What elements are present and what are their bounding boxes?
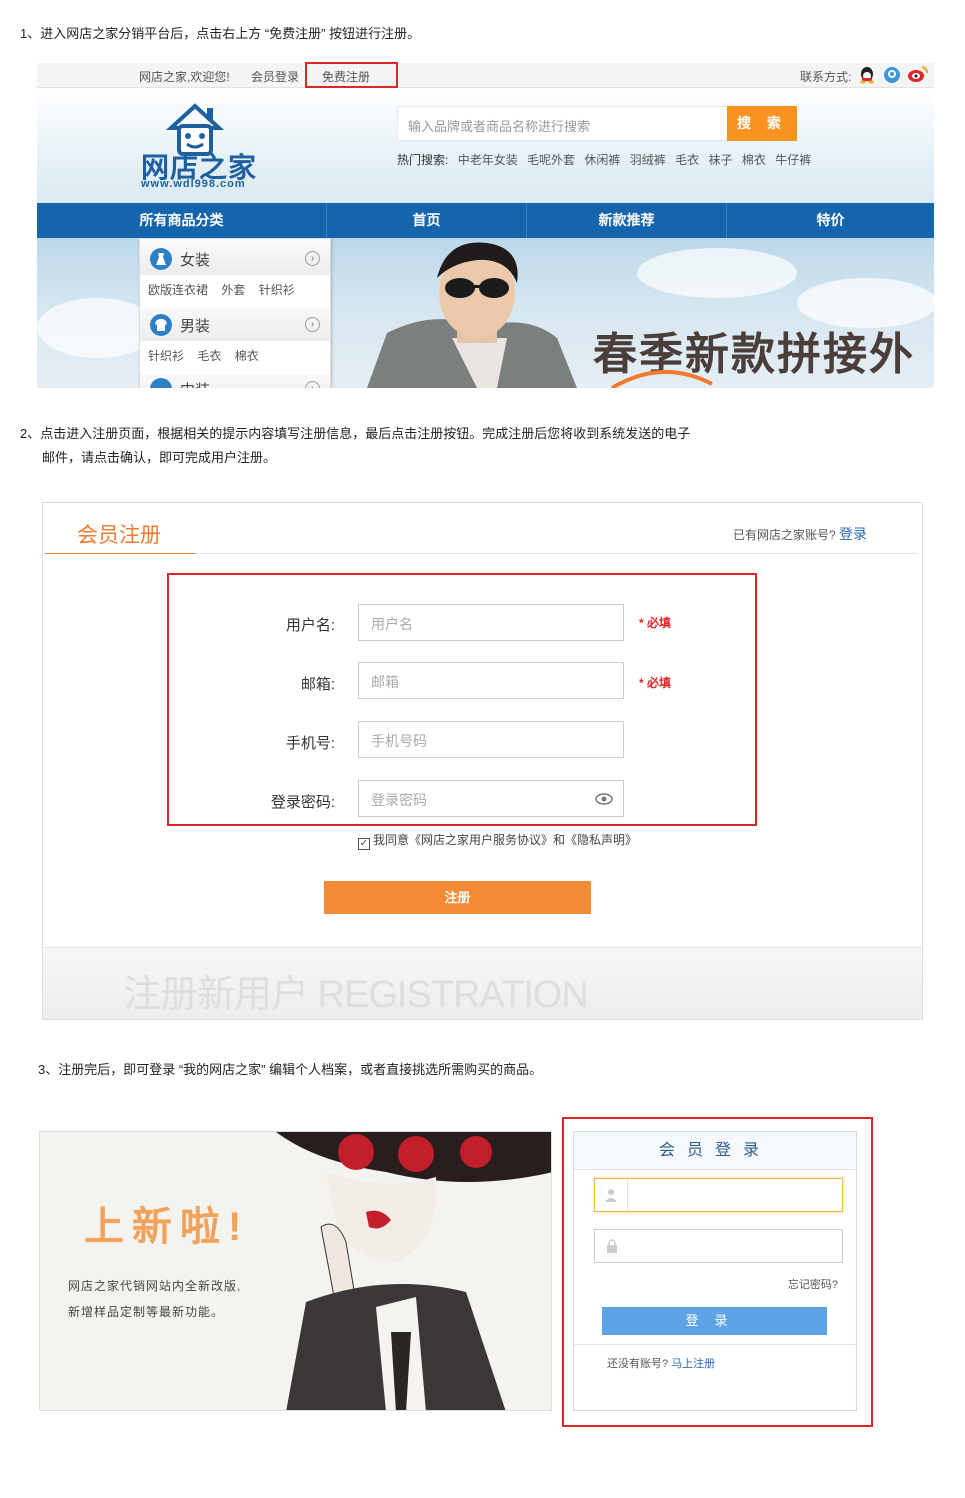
- nav-all-categories[interactable]: 所有商品分类: [37, 203, 327, 238]
- category-name: 男装: [180, 318, 211, 335]
- register-title: 会员注册: [77, 524, 161, 547]
- category-row-men[interactable]: 男装 ›: [140, 307, 330, 341]
- hot-word[interactable]: 毛衣: [675, 153, 699, 167]
- title-underline: [45, 553, 195, 554]
- hot-word[interactable]: 羽绒裤: [630, 153, 666, 167]
- search-input[interactable]: 输入品牌或者商品名称进行搜索: [397, 106, 729, 141]
- category-row-mid[interactable]: 中装 ›: [140, 373, 330, 388]
- agree-checkbox[interactable]: ✓: [358, 838, 370, 850]
- hot-word[interactable]: 休闲裤: [584, 153, 620, 167]
- promo-headline: 上新啦!: [84, 1205, 250, 1249]
- have-account-text: 已有网店之家账号? 登录: [733, 524, 867, 544]
- hot-word[interactable]: 袜子: [708, 153, 732, 167]
- tencent-weibo-icon[interactable]: [883, 66, 901, 87]
- category-subs: 针织衫 毛衣 棉衣: [148, 347, 269, 364]
- register-submit-button[interactable]: 注册: [324, 881, 591, 914]
- category-name: 女装: [180, 252, 211, 269]
- register-footer: 注册新用户 REGISTRATION: [43, 947, 922, 1019]
- login-link[interactable]: 登录: [839, 526, 867, 542]
- subcategory-link[interactable]: 外套: [221, 283, 245, 297]
- promo-desc-line1: 网店之家代销网站内全新改版,: [68, 1279, 242, 1293]
- search-button[interactable]: 搜 索: [727, 106, 797, 141]
- hot-search-label: 热门搜索:: [397, 153, 449, 167]
- banner-swoosh-icon: [610, 369, 713, 388]
- agreement: ✓ 我同意《网店之家用户服务协议》和《隐私声明》: [358, 831, 637, 850]
- category-name: 中装: [180, 379, 210, 388]
- highlight-login-box: [562, 1117, 873, 1427]
- hero-banner[interactable]: 春季新款拼接外 女装 › 欧版连衣裙 外套 针织衫 男装 › 针织衫 毛衣 棉衣: [37, 238, 934, 388]
- step-3-text: 3、注册完后，即可登录 “我的网店之家” 编辑个人档案，或者直接挑选所需购买的商…: [38, 1062, 543, 1077]
- subcategory-link[interactable]: 毛衣: [197, 349, 221, 363]
- hot-word[interactable]: 棉衣: [742, 153, 766, 167]
- step-1-text: 1、进入网店之家分销平台后，点击右上方 “免费注册” 按钮进行注册。: [20, 26, 421, 41]
- footer-watermark: 注册新用户 REGISTRATION: [123, 974, 589, 1016]
- category-row-women[interactable]: 女装 ›: [140, 241, 330, 275]
- have-account-label: 已有网店之家账号?: [732, 528, 836, 542]
- promo-desc-line2: 新增样品定制等最新功能。: [68, 1305, 225, 1319]
- subcategory-link[interactable]: 针织衫: [148, 349, 184, 363]
- subcategory-link[interactable]: 针织衫: [259, 283, 295, 297]
- step-2-text-line2: 邮件，请点击确认，即可完成用户注册。: [42, 450, 277, 465]
- step-2-text-line1: 2、点击进入注册页面，根据相关的提示内容填写注册信息，最后点击注册按钮。完成注册…: [20, 426, 691, 441]
- dress-icon: [150, 248, 172, 270]
- subcategory-link[interactable]: 棉衣: [235, 349, 259, 363]
- main-nav: 所有商品分类 首页 新款推荐 特价: [37, 203, 934, 238]
- shirt-icon: [150, 314, 172, 336]
- welcome-text: 网店之家,欢迎您!: [139, 70, 230, 84]
- hot-word[interactable]: 毛呢外套: [527, 153, 575, 167]
- sina-weibo-icon[interactable]: [907, 65, 929, 86]
- contact-label: 联系方式:: [800, 70, 852, 84]
- nav-new-arrivals[interactable]: 新款推荐: [527, 203, 727, 238]
- hot-word[interactable]: 中老年女装: [458, 153, 518, 167]
- promo-banner[interactable]: 上新啦! 网店之家代销网站内全新改版, 新增样品定制等最新功能。: [39, 1131, 552, 1411]
- chevron-right-icon[interactable]: ›: [305, 381, 320, 388]
- qq-icon[interactable]: [859, 66, 875, 87]
- site-header: 网店之家 www.wdl998.com 输入品牌或者商品名称进行搜索 搜 索 热…: [37, 88, 934, 203]
- category-panel: 女装 › 欧版连衣裙 外套 针织衫 男装 › 针织衫 毛衣 棉衣 中装 ›: [139, 238, 331, 388]
- subcategory-link[interactable]: 欧版连衣裙: [148, 283, 208, 297]
- agree-text[interactable]: 我同意《网店之家用户服务协议》和《隐私声明》: [373, 833, 637, 847]
- clothing-icon: [150, 378, 172, 388]
- nav-specials[interactable]: 特价: [727, 203, 934, 238]
- hot-word[interactable]: 牛仔裤: [775, 153, 811, 167]
- hot-search: 热门搜索: 中老年女装 毛呢外套 休闲裤 羽绒裤 毛衣 袜子 棉衣 牛仔裤: [397, 151, 811, 168]
- highlight-register-box: [305, 62, 398, 88]
- category-subs: 欧版连衣裙 外套 针织衫: [148, 281, 305, 298]
- chevron-right-icon[interactable]: ›: [305, 317, 320, 332]
- cloud-shape: [637, 248, 797, 298]
- model-image: [357, 238, 597, 388]
- top-bar: 网店之家,欢迎您! 会员登录 免费注册 联系方式:: [37, 63, 934, 88]
- chevron-right-icon[interactable]: ›: [305, 251, 320, 266]
- member-login-link[interactable]: 会员登录: [251, 68, 299, 85]
- fashion-model-image: [276, 1132, 551, 1410]
- nav-home[interactable]: 首页: [327, 203, 527, 238]
- logo-url: www.wdl998.com: [141, 178, 246, 190]
- highlight-form-box: [167, 573, 757, 826]
